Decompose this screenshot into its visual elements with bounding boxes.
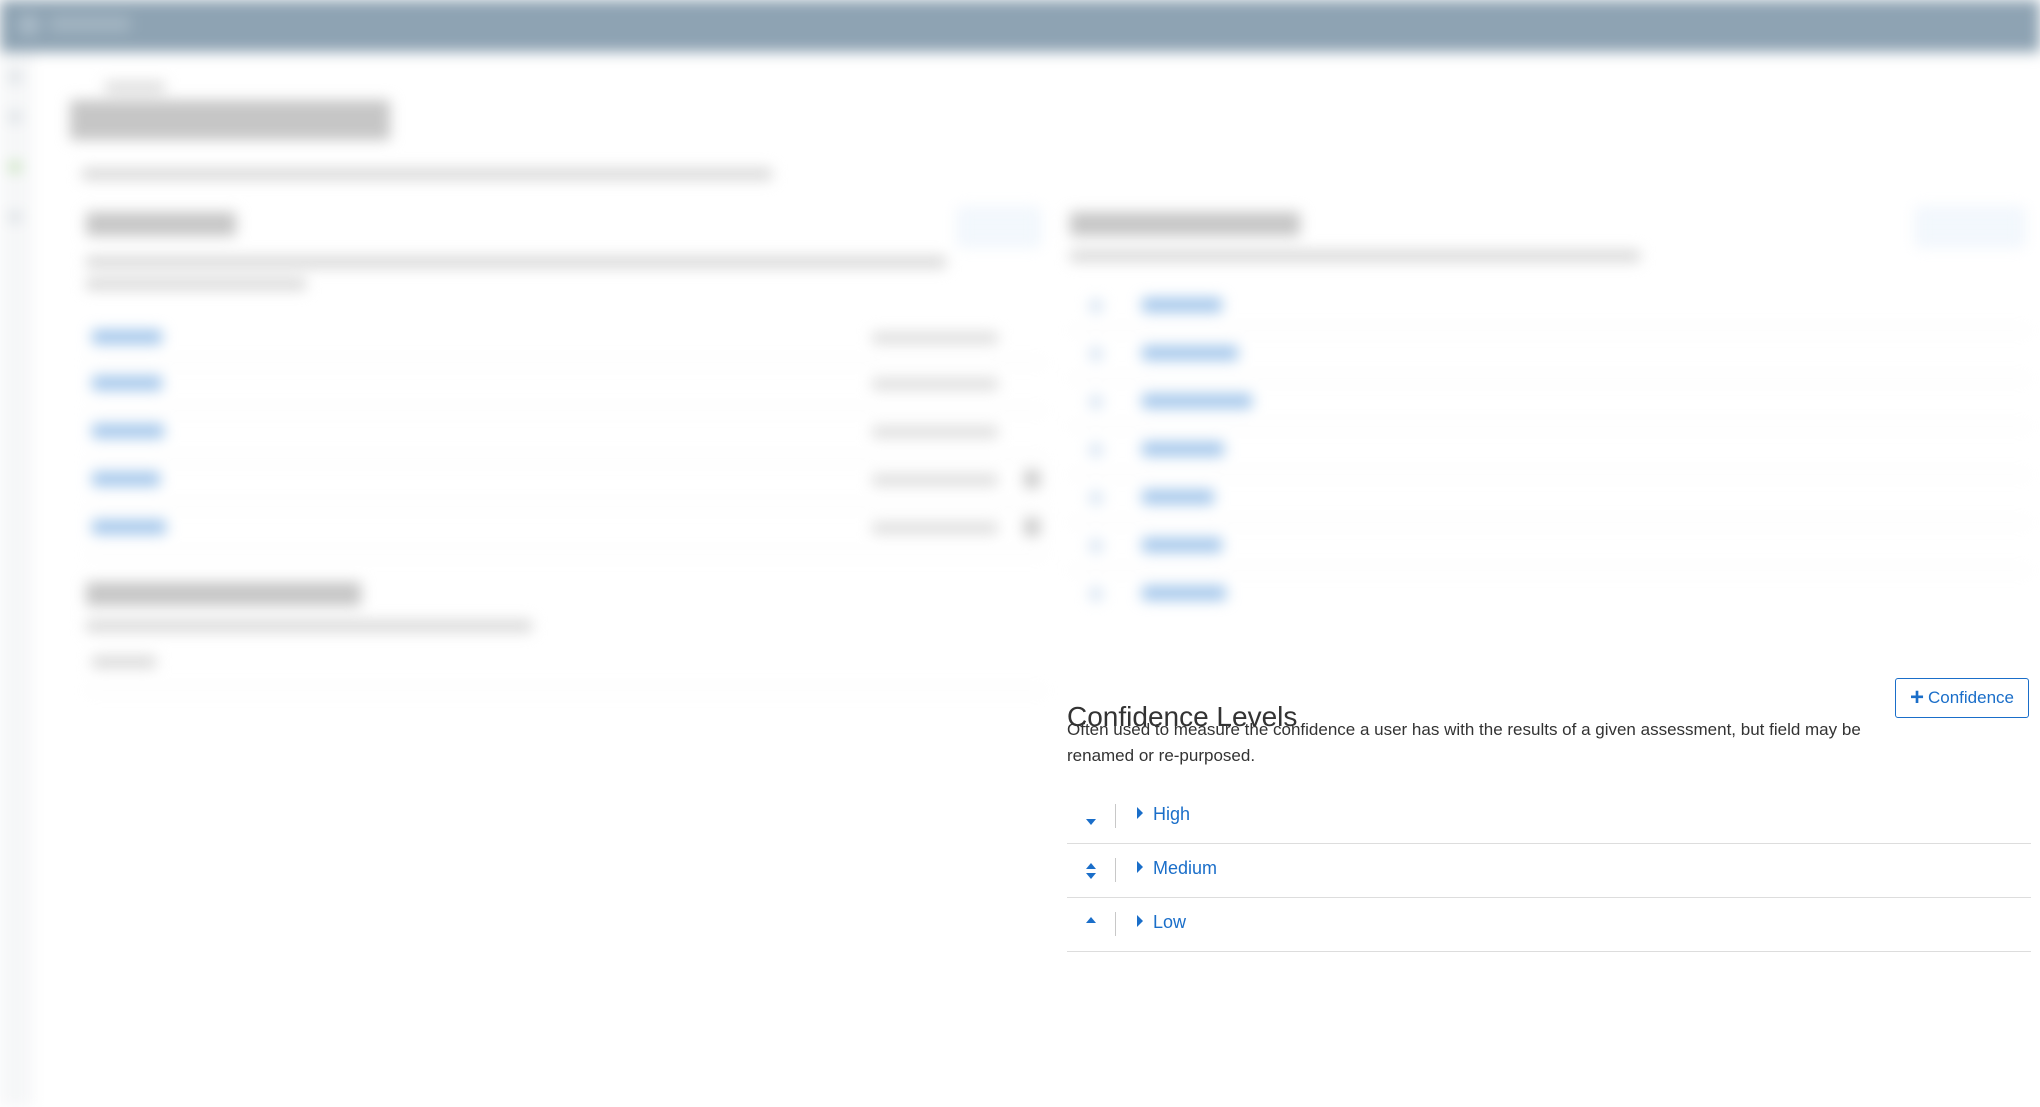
row-divider [1115, 858, 1116, 882]
section-description [86, 620, 532, 632]
confidence-level-high-link[interactable]: High [1153, 804, 1190, 825]
list-item [92, 330, 162, 344]
list-item [1142, 346, 1238, 360]
confidence-level-low-link[interactable]: Low [1153, 912, 1186, 933]
list-item [92, 520, 166, 534]
sort-handle [1090, 588, 1102, 600]
sidebar-icon [10, 72, 20, 82]
list-item: Low [1067, 898, 2031, 952]
confidence-level-medium-link[interactable]: Medium [1153, 858, 1217, 879]
list-item: Medium [1067, 844, 2031, 898]
confidence-levels-list: High Medium Low [1067, 790, 2031, 952]
list-item [92, 472, 160, 486]
move-up-down-icon[interactable] [1083, 856, 1099, 886]
add-confidence-button[interactable]: + Confidence [1895, 678, 2029, 718]
list-item-meta [872, 378, 998, 390]
page-description [82, 168, 772, 180]
confidence-levels-panel: Confidence Levels Often used to measure … [1067, 672, 2031, 972]
list-item [1142, 442, 1224, 456]
sort-handle [1090, 300, 1102, 312]
sort-handle [1090, 348, 1102, 360]
row-divider [86, 554, 1046, 555]
row-divider [86, 690, 1046, 691]
row-divider [1070, 570, 2030, 571]
section-description [86, 278, 306, 290]
sidebar-icon-active [10, 162, 20, 172]
select-value [92, 656, 156, 668]
row-divider [1115, 912, 1116, 936]
move-down-icon[interactable] [1083, 802, 1099, 832]
trash-icon [1024, 518, 1040, 536]
list-item-meta [872, 522, 998, 534]
row-divider [1070, 522, 2030, 523]
left-sidebar [0, 52, 31, 1107]
section-heading [1070, 212, 1300, 236]
list-item [92, 376, 162, 390]
breadcrumb [105, 82, 165, 92]
top-navigation-bar [0, 0, 2040, 52]
section-heading [86, 212, 236, 236]
sort-handle [1090, 396, 1102, 408]
panel-description: Often used to measure the confidence a u… [1067, 720, 1861, 765]
section-button [1916, 208, 2024, 246]
row-divider [1070, 378, 2030, 379]
sort-handle [1090, 444, 1102, 456]
row-divider [1070, 330, 2030, 331]
section-heading [86, 582, 361, 606]
sort-handle [1090, 540, 1102, 552]
trash-icon [1024, 470, 1040, 488]
list-item [1142, 586, 1226, 600]
row-divider [86, 362, 1046, 363]
list-item [1142, 538, 1222, 552]
expand-caret-icon[interactable] [1137, 915, 1143, 927]
list-item [92, 424, 164, 438]
expand-caret-icon[interactable] [1137, 861, 1143, 873]
list-item [1142, 298, 1222, 312]
list-item [1142, 394, 1252, 408]
sort-handle [1090, 492, 1102, 504]
section-description [86, 256, 946, 268]
row-divider [86, 506, 1046, 507]
list-item [1142, 490, 1214, 504]
page-title [70, 100, 390, 140]
app-brand [50, 16, 130, 32]
page: Confidence Levels Often used to measure … [0, 0, 2040, 1107]
list-item-meta [872, 474, 998, 486]
sidebar-icon [10, 112, 20, 122]
app-logo-icon [18, 14, 40, 36]
row-divider [1070, 474, 2030, 475]
list-item-meta [872, 332, 998, 344]
list-item-meta [872, 426, 998, 438]
row-divider [86, 458, 1046, 459]
row-divider [1070, 426, 2030, 427]
list-item: High [1067, 790, 2031, 844]
expand-caret-icon[interactable] [1137, 807, 1143, 819]
move-up-icon[interactable] [1083, 910, 1099, 940]
section-button [958, 208, 1040, 246]
section-description [1070, 250, 1640, 262]
row-divider [86, 410, 1046, 411]
row-divider [1115, 804, 1116, 828]
add-confidence-button-label: Confidence [1928, 688, 2015, 707]
plus-icon: + [1909, 684, 1924, 711]
sidebar-icon [10, 212, 20, 222]
